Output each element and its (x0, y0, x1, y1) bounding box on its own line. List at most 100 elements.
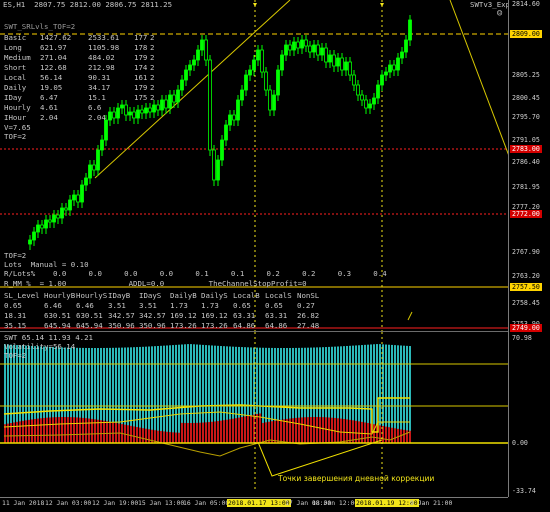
candle-body (192, 59, 196, 66)
price-tick-label: 2763.20 (512, 272, 540, 280)
histogram-bar (46, 417, 48, 443)
histogram-bar (241, 417, 243, 443)
candle-body (268, 89, 272, 111)
candle-body (376, 84, 380, 99)
level-table-cell: 90.31 (88, 73, 111, 82)
candle-body (324, 47, 328, 63)
level-table-cell: Hourly (4, 103, 31, 112)
histogram-bar (145, 346, 147, 443)
histogram-bar (280, 419, 282, 443)
price-axis[interactable]: 2814.60 2805.25 2800.45 2795.70 2791.05 2786.… (508, 0, 550, 497)
histogram-bar (169, 432, 171, 443)
sl-table-cell: 630.51 (76, 311, 103, 320)
candle-body (68, 199, 72, 211)
histogram-bar (400, 345, 402, 443)
candle-body (404, 39, 408, 53)
histogram-bar (136, 427, 138, 443)
histogram-bar (40, 418, 42, 443)
swt-indicator-title: SWT 65.14 11.93 4.21 (4, 333, 93, 342)
price-level-tag: 2757.50 (510, 283, 542, 291)
swt-indicator-canvas[interactable] (0, 332, 508, 489)
candle-body (160, 99, 164, 111)
expert-advisor-label[interactable]: SWTv3_Exp (470, 1, 508, 9)
sl-table-header: SL_Level (4, 291, 40, 300)
sl-table-header: LocalB (233, 291, 260, 300)
histogram-bar (367, 423, 369, 443)
histogram-bar (205, 422, 207, 443)
histogram-bar (406, 430, 408, 443)
sl-table-header: NonSL (297, 291, 320, 300)
histogram-bar (340, 418, 342, 443)
candle-body (220, 139, 224, 161)
histogram-bar (178, 432, 180, 443)
candle-body (60, 207, 64, 219)
level-table-cell: 621.97 (40, 43, 67, 52)
price-level-tag: 2809.00 (510, 30, 542, 38)
histogram-bar (247, 415, 249, 443)
histogram-bar (232, 418, 234, 443)
histogram-bar (142, 428, 144, 443)
candle-body (304, 39, 308, 47)
candle-body (388, 64, 392, 73)
level-table-cell: 2 (150, 83, 155, 92)
histogram-bar (28, 419, 30, 443)
price-level-tag: 2749.00 (510, 324, 542, 332)
candle-body (148, 107, 152, 113)
candle-body (240, 89, 244, 101)
level-table-cell: 174 (134, 63, 148, 72)
sl-table-cell: 1.73 (201, 301, 219, 310)
histogram-bar (88, 418, 90, 443)
histogram-bar (187, 422, 189, 443)
histogram-bar (175, 344, 177, 443)
sl-table-cell: 64.86 (265, 321, 288, 330)
candle-body (56, 214, 60, 219)
level-table-cell: 175 (134, 93, 148, 102)
level-table-cell: 2 (150, 63, 155, 72)
trend-line (449, 0, 508, 155)
histogram-bar (58, 417, 60, 443)
annotation-pointer (257, 439, 383, 477)
trend-line (407, 311, 413, 321)
histogram-bar (403, 345, 405, 443)
candle-body (320, 47, 324, 56)
histogram-bar (310, 417, 312, 443)
histogram-bar (190, 422, 192, 443)
histogram-bar (274, 420, 276, 443)
candle-body (364, 99, 368, 109)
price-tick-label: 2805.25 (512, 71, 540, 79)
sl-table-cell: 6.46 (44, 301, 62, 310)
histogram-bar (85, 418, 87, 443)
candle-body (256, 49, 260, 61)
histogram-bar (154, 346, 156, 443)
histogram-bar (265, 422, 267, 443)
sl-table-cell: 0.27 (297, 301, 315, 310)
sl-table-cell: 63.31 (233, 311, 256, 320)
candle-body (136, 109, 140, 119)
level-table-cell: 177 (134, 33, 148, 42)
candle-body (292, 41, 296, 51)
swt-indicator-pane[interactable]: SWT 65.14 11.93 4.21 Volatility=56.14 TO… (0, 332, 508, 489)
level-table-cell: 19.05 (40, 83, 63, 92)
event-arrow-icon (380, 3, 384, 7)
histogram-bar (226, 419, 228, 443)
sl-table-cell: 64.86 (233, 321, 256, 330)
candle-body (264, 71, 268, 91)
histogram-bar (19, 421, 21, 443)
candle-body (72, 194, 76, 201)
histogram-bar (217, 421, 219, 443)
histogram-bar (409, 346, 411, 443)
histogram-bar (337, 418, 339, 443)
price-level-tag: 2783.00 (510, 145, 542, 153)
histogram-bar (259, 413, 261, 443)
time-label: 15 Jan 13:00 (138, 499, 185, 507)
main-chart-pane[interactable]: ES,H1 2807.75 2812.00 2806.75 2811.25 SW… (0, 0, 508, 332)
candle-body (188, 64, 192, 71)
candle-body (316, 44, 320, 56)
candle-body (392, 64, 396, 71)
level-table-cell: 2533.61 (88, 33, 120, 42)
level-table-cell: 2 (150, 43, 155, 52)
histogram-bar (100, 420, 102, 443)
level-table-cell: 6.47 (40, 93, 58, 102)
histogram-bar (286, 418, 288, 443)
swt-tof-label: TOF=2 (4, 351, 27, 360)
